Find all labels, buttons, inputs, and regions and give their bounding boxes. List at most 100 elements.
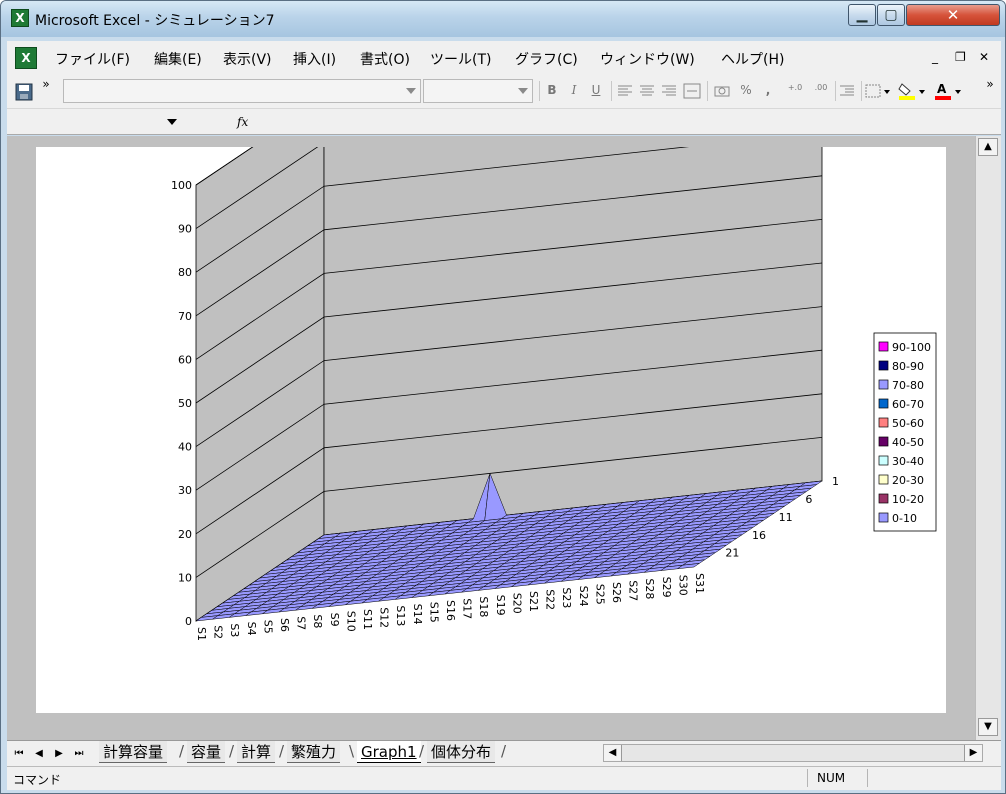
namebox-dropdown-icon[interactable]: [167, 119, 177, 125]
maximize-button[interactable]: ▢: [877, 4, 905, 26]
x-tick-label: S2: [212, 625, 225, 639]
x-tick-label: S24: [577, 586, 590, 607]
x-tick-label: S22: [544, 589, 557, 610]
depth-tick-label: 1: [832, 475, 839, 488]
align-right-icon[interactable]: [661, 85, 677, 97]
sheet-tab-keisan[interactable]: 計算: [237, 741, 276, 763]
window-title: Microsoft Excel - シミュレーション7: [35, 13, 275, 29]
legend-label: 50-60: [892, 417, 924, 430]
x-tick-label: S7: [295, 616, 308, 630]
legend-label: 0-10: [892, 512, 917, 525]
z-tick-label: 60: [178, 353, 192, 366]
legend-swatch: [878, 512, 889, 523]
chart-area[interactable]: 0 10 20 30 40 50 60 70 80 90 100 S1 S2 S3 S4 S5 S6 S7 S8 S…: [36, 147, 946, 713]
x-tick-label: S19: [494, 595, 507, 616]
x-tick-label: S21: [527, 591, 540, 612]
excel-app-icon[interactable]: X: [11, 9, 29, 27]
title-bar[interactable]: X Microsoft Excel - シミュレーション7 ▁ ▢ ✕: [1, 1, 1005, 37]
menu-chart[interactable]: グラフ(C): [515, 49, 578, 69]
menu-view[interactable]: 表示(V): [223, 49, 272, 69]
z-tick-label: 70: [178, 310, 192, 323]
depth-tick-label: 11: [779, 511, 793, 524]
save-icon[interactable]: [15, 83, 33, 101]
mdi-close-button[interactable]: ✕: [979, 50, 989, 64]
legend-swatch: [878, 379, 889, 390]
sheet-tab-keisan-youryou[interactable]: 計算容量: [99, 741, 168, 763]
underline-button[interactable]: U: [587, 83, 605, 97]
x-tick-label: S15: [427, 602, 440, 623]
merge-center-icon[interactable]: [683, 83, 701, 99]
status-num-lock: NUM: [817, 771, 846, 785]
vertical-scrollbar[interactable]: ▲ ▼: [975, 136, 1001, 740]
sheet-tab-graph1[interactable]: Graph1: [357, 741, 421, 763]
legend-label: 40-50: [892, 436, 924, 449]
last-sheet-button[interactable]: ⏭: [71, 746, 87, 762]
x-tick-label: S27: [627, 580, 640, 601]
mdi-minimize-button[interactable]: _: [932, 50, 938, 64]
borders-icon[interactable]: [865, 83, 891, 99]
toolbar-overflow-icon[interactable]: »: [981, 77, 999, 91]
italic-button[interactable]: I: [565, 83, 583, 97]
font-name-combo[interactable]: [63, 79, 421, 103]
mdi-restore-button[interactable]: ❐: [955, 50, 966, 64]
surface-chart[interactable]: 0 10 20 30 40 50 60 70 80 90 100 S1 S2 S3 S4 S5 S6 S7 S8 S…: [36, 147, 946, 713]
x-tick-label: S17: [461, 598, 474, 619]
insert-function-button[interactable]: fx: [237, 115, 248, 129]
scroll-up-button[interactable]: ▲: [978, 138, 998, 156]
legend-label: 10-20: [892, 493, 924, 506]
menu-file[interactable]: ファイル(F): [55, 49, 130, 69]
tab-divider: \: [349, 742, 355, 760]
decrease-decimal-button[interactable]: .00: [809, 83, 833, 92]
z-tick-label: 100: [171, 179, 192, 192]
next-sheet-button[interactable]: ▶: [51, 746, 67, 762]
back-wall: [323, 147, 823, 536]
x-tick-label: S28: [643, 578, 656, 599]
toolbar-divider: [611, 81, 612, 101]
scroll-right-button[interactable]: ▶: [964, 745, 982, 761]
tab-divider: /: [501, 742, 507, 760]
excel-doc-icon[interactable]: X: [15, 47, 37, 69]
x-tick-label: S5: [261, 620, 274, 634]
decrease-indent-icon[interactable]: [839, 85, 855, 97]
align-center-icon[interactable]: [639, 85, 655, 97]
sheet-tab-youryou[interactable]: 容量: [187, 741, 226, 763]
legend-swatch: [878, 436, 889, 447]
legend-swatch: [878, 341, 889, 352]
z-tick-label: 30: [178, 484, 192, 497]
bold-button[interactable]: B: [543, 83, 561, 97]
menu-insert[interactable]: 挿入(I): [293, 49, 336, 69]
percent-button[interactable]: %: [737, 83, 755, 97]
chevron-down-icon: [518, 88, 528, 94]
scroll-left-button[interactable]: ◀: [604, 745, 622, 761]
sheet-tab-hanshokuryoku[interactable]: 繁殖力: [287, 741, 341, 763]
menu-help[interactable]: ヘルプ(H): [721, 49, 784, 69]
scroll-down-button[interactable]: ▼: [978, 718, 998, 736]
minimize-button[interactable]: ▁: [848, 4, 876, 26]
svg-text:A: A: [937, 82, 947, 96]
chart-legend[interactable]: 90-100 80-90 70-80 60-70 50-60 40-50 30-40 20-3…: [873, 332, 937, 532]
status-mode: コマンド: [13, 773, 62, 787]
menu-edit[interactable]: 編集(E): [154, 49, 202, 69]
toolbar-overflow-icon[interactable]: »: [37, 77, 55, 91]
x-tick-label: S6: [278, 618, 291, 632]
chevron-down-icon: [406, 88, 416, 94]
increase-decimal-button[interactable]: +.0: [783, 83, 807, 92]
close-button[interactable]: ✕: [906, 4, 1000, 26]
align-left-icon[interactable]: [617, 85, 633, 97]
font-color-icon[interactable]: A: [933, 81, 963, 101]
sheet-tab-kotai-bunpu[interactable]: 個体分布: [427, 741, 496, 763]
currency-icon[interactable]: [713, 83, 731, 99]
comma-button[interactable]: ,: [759, 83, 777, 97]
font-size-combo[interactable]: [423, 79, 533, 103]
first-sheet-button[interactable]: ⏮: [11, 746, 27, 762]
prev-sheet-button[interactable]: ◀: [31, 746, 47, 762]
menu-window[interactable]: ウィンドウ(W): [600, 49, 695, 69]
toolbar-divider: [707, 81, 708, 101]
fill-color-icon[interactable]: [897, 81, 927, 101]
menu-format[interactable]: 書式(O): [360, 49, 410, 69]
z-tick-label: 80: [178, 266, 192, 279]
menu-tools[interactable]: ツール(T): [430, 49, 491, 69]
tab-divider: /: [229, 742, 235, 760]
legend-swatch: [878, 493, 889, 504]
horizontal-scrollbar[interactable]: ◀ ▶: [603, 744, 983, 762]
